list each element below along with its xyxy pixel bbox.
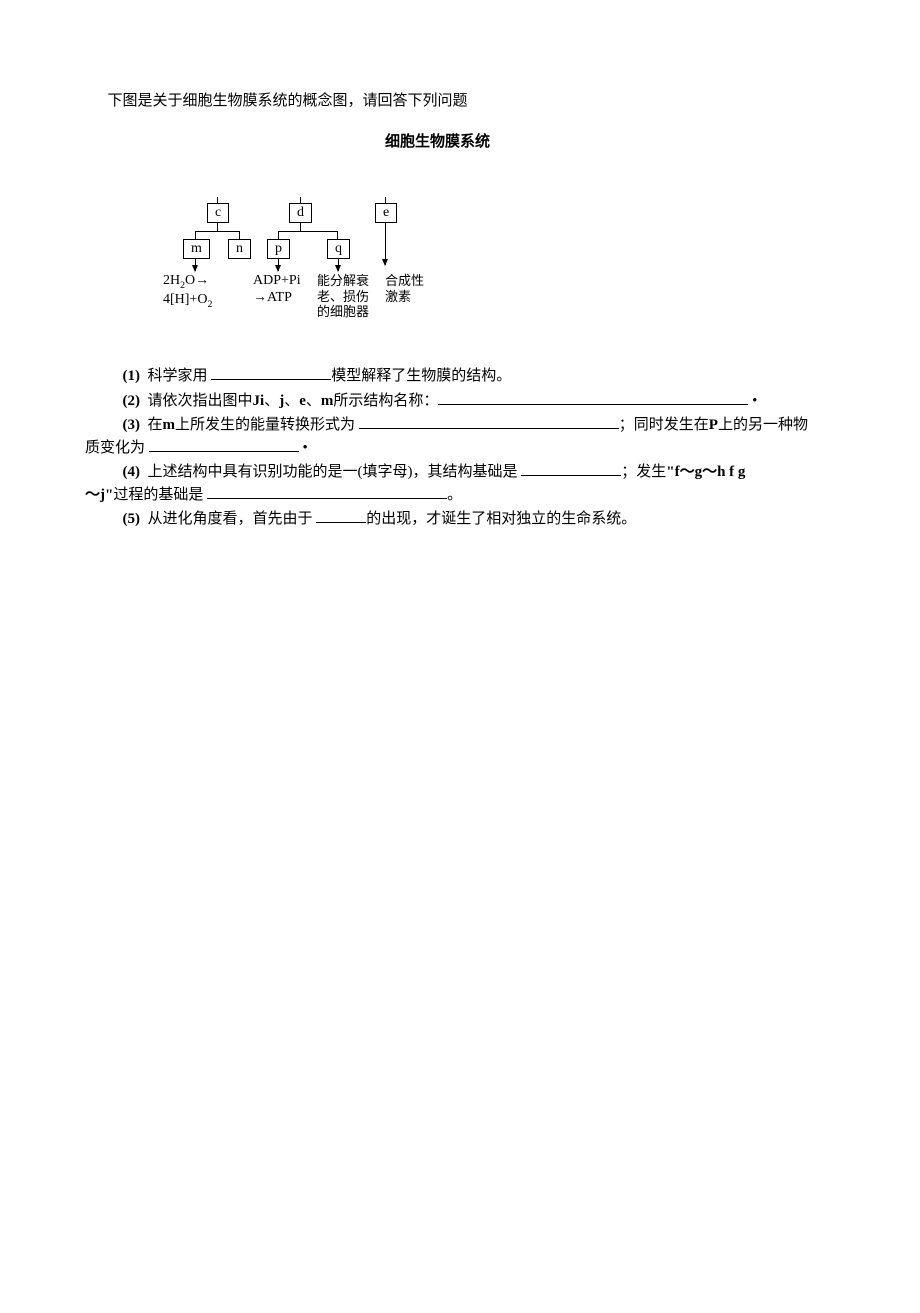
q4-blank-1[interactable] — [521, 461, 621, 476]
q3-blank-1[interactable] — [359, 414, 619, 429]
box-c: c — [207, 203, 229, 223]
q4-num: (4) — [123, 464, 141, 480]
q3-blank-2[interactable] — [149, 437, 299, 452]
intro-text: 下图是关于细胞生物膜系统的概念图，请回答下列问题 — [85, 90, 850, 113]
q1-num: (1) — [123, 368, 141, 384]
label-q: 能分解衰 老、损伤 的细胞器 — [317, 273, 369, 320]
box-p: p — [267, 239, 290, 259]
box-e: e — [375, 203, 397, 223]
question-5: (5) 从进化角度看，首先由于 的出现，才诞生了相对独立的生命系统。 — [85, 508, 850, 531]
label-p: ADP+Pi →ATP — [253, 273, 301, 307]
box-m: m — [183, 239, 210, 259]
q1-blank[interactable] — [211, 365, 331, 380]
diagram-title: 细胞生物膜系统 — [25, 131, 850, 154]
question-3-cont: 质变化为 • — [85, 437, 850, 460]
q5-blank[interactable] — [316, 508, 366, 523]
box-d: d — [289, 203, 312, 223]
box-n: n — [228, 239, 251, 259]
question-4: (4) 上述结构中具有识别功能的是一(填字母)，其结构基础是 ；发生"f～g～h… — [85, 461, 850, 484]
q2-blank[interactable] — [438, 390, 748, 405]
q3-num: (3) — [123, 417, 141, 433]
q4-blank-2[interactable] — [207, 484, 447, 499]
question-4-cont: ～j"过程的基础是 。 — [85, 484, 850, 507]
question-3: (3) 在m上所发生的能量转换形式为 ；同时发生在P上的另一种物 — [85, 414, 850, 437]
question-2: (2) 请依次指出图中Ji、j、e、m所示结构名称： • — [85, 390, 850, 413]
q2-num: (2) — [123, 393, 141, 409]
q5-num: (5) — [123, 511, 141, 527]
concept-diagram: c d e m n p q 2H2O→ 4[H]+O2 ADP+Pi →ATP … — [175, 203, 850, 353]
label-m: 2H2O→ 4[H]+O2 — [163, 273, 212, 310]
box-q: q — [327, 239, 350, 259]
label-e: 合成性 激素 — [385, 273, 424, 304]
question-1: (1) 科学家用 模型解释了生物膜的结构。 — [85, 365, 850, 388]
